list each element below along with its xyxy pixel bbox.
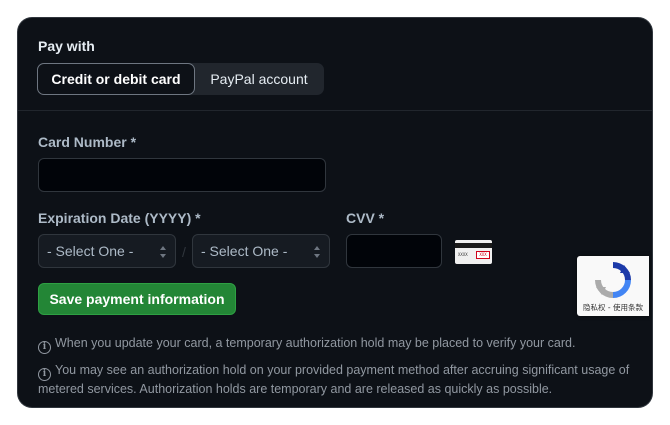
select-caret-icon: [160, 246, 167, 258]
cvv-input[interactable]: [346, 234, 442, 268]
payment-method-tabs: Credit or debit card PayPal account: [37, 63, 324, 95]
expiration-label: Expiration Date (YYYY) *: [38, 210, 201, 226]
authorization-note-1: i When you update your card, a temporary …: [38, 335, 638, 354]
authorization-note-2: i You may see an authorization hold on yo…: [38, 362, 638, 398]
select-caret-icon: [314, 246, 321, 258]
recaptcha-badge[interactable]: 隐私权 - 使用条款: [577, 256, 649, 316]
card-number-label: Card Number *: [38, 134, 137, 150]
month-select-value: - Select One -: [47, 243, 134, 259]
section-divider: [18, 110, 652, 111]
expiration-month-select[interactable]: - Select One -: [38, 234, 176, 268]
info-icon: i: [38, 368, 51, 381]
recaptcha-icon: [595, 262, 631, 298]
card-number-input[interactable]: [38, 158, 326, 192]
year-select-value: - Select One -: [201, 243, 288, 259]
payment-panel: Pay with Credit or debit card PayPal acc…: [18, 18, 652, 407]
cvv-highlight: XXX: [476, 251, 490, 259]
note-text-2: You may see an authorization hold on you…: [38, 363, 630, 396]
note-text-1: When you update your card, a temporary a…: [55, 336, 576, 350]
save-payment-button[interactable]: Save payment information: [38, 283, 236, 315]
magnetic-stripe: [455, 243, 492, 248]
cvv-card-icon: XXXX XXX: [455, 240, 492, 264]
cvv-label: CVV *: [346, 210, 385, 226]
recaptcha-terms[interactable]: 隐私权 - 使用条款: [577, 302, 649, 313]
expiration-year-select[interactable]: - Select One -: [192, 234, 330, 268]
tab-paypal[interactable]: PayPal account: [195, 63, 323, 95]
tab-credit-card[interactable]: Credit or debit card: [37, 63, 195, 95]
date-separator: /: [182, 244, 186, 260]
card-number-hint: XXXX: [458, 252, 468, 257]
info-icon: i: [38, 341, 51, 354]
pay-with-heading: Pay with: [38, 38, 95, 54]
